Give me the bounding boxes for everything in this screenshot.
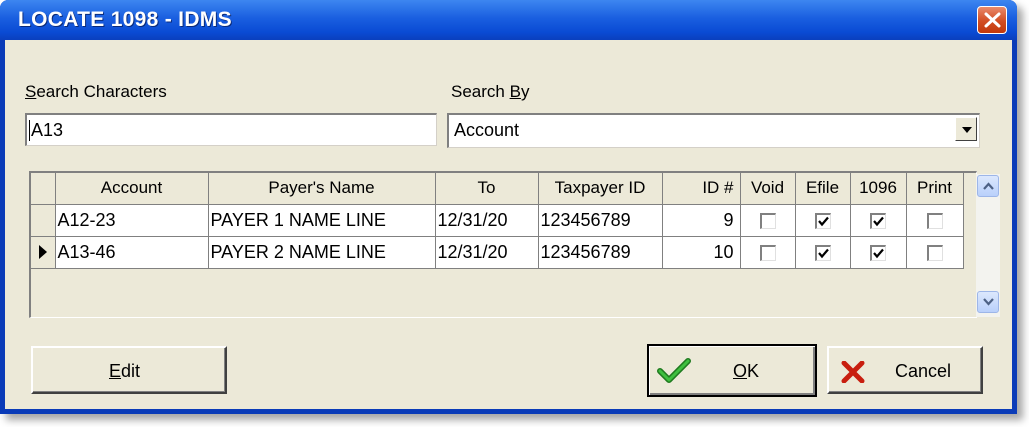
id-number-cell[interactable]: 10 [662,236,741,269]
chevron-down-icon [983,298,994,306]
chevron-down-icon [962,127,972,133]
print-checkbox-cell [906,204,964,237]
results-table: Account Payer's Name To Taxpayer ID ID #… [31,173,964,269]
search-characters-label: Search Characters [25,82,167,101]
print-checkbox[interactable] [926,212,943,229]
ok-button[interactable]: OK [647,344,817,397]
efile-checkbox-cell [795,236,851,269]
print-checkbox[interactable] [926,244,943,261]
grid-header-row: Account Payer's Name To Taxpayer ID ID #… [31,173,964,205]
void-checkbox-cell [740,236,796,269]
window-title: LOCATE 1098 - IDMS [18,8,232,31]
column-header[interactable]: Void [740,173,796,205]
close-icon [984,12,1001,28]
payer-name-cell[interactable]: PAYER 1 NAME LINE [208,204,436,237]
account-cell[interactable]: A13-46 [55,236,209,269]
payer-name-cell[interactable]: PAYER 2 NAME LINE [208,236,436,269]
form-1096-checkbox-cell [850,204,907,237]
checkmark-icon [873,216,884,226]
edit-button-label: Edit [109,361,141,381]
column-header[interactable]: Efile [795,173,851,205]
void-checkbox-cell [740,204,796,237]
scroll-down-button[interactable] [977,291,999,313]
search-by-label: Search By [451,82,530,101]
column-header[interactable]: Payer's Name [208,173,436,205]
column-header[interactable]: 1096 [850,173,907,205]
ok-button-label: OK [733,361,760,381]
edit-button[interactable]: Edit [31,346,227,394]
column-header[interactable]: To [435,173,539,205]
row-indicator-header [31,173,56,205]
cancel-button[interactable]: Cancel [827,346,983,394]
scroll-up-button[interactable] [977,175,999,197]
efile-checkbox[interactable] [814,212,831,229]
search-by-dropdown-button[interactable] [955,117,977,141]
results-grid[interactable]: Account Payer's Name To Taxpayer ID ID #… [29,171,1000,318]
search-characters-value: A13 [29,120,64,141]
to-date-cell[interactable]: 12/31/20 [435,204,539,237]
column-header[interactable]: Account [55,173,209,205]
dialog-window: LOCATE 1098 - IDMS Search Characters A13… [0,0,1017,414]
row-indicator[interactable] [31,204,56,237]
column-header[interactable]: Print [906,173,964,205]
row-indicator[interactable] [31,236,56,269]
id-number-cell[interactable]: 9 [662,204,741,237]
form-1096-checkbox[interactable] [870,244,886,261]
account-cell[interactable]: A12-23 [55,204,209,237]
search-by-select[interactable]: Account [447,113,980,148]
taxpayer-id-cell[interactable]: 123456789 [538,236,663,269]
void-checkbox[interactable] [759,212,776,229]
column-header[interactable]: Taxpayer ID [538,173,663,205]
to-date-cell[interactable]: 12/31/20 [435,236,539,269]
title-bar[interactable]: LOCATE 1098 - IDMS [0,0,1017,40]
checkmark-icon [873,248,884,258]
grid-scrollbar[interactable] [976,174,1000,317]
chevron-up-icon [983,182,994,190]
checkmark-icon [817,216,829,226]
void-checkbox[interactable] [759,244,776,261]
red-x-icon [841,361,865,383]
column-header[interactable]: ID # [662,173,741,205]
print-checkbox-cell [906,236,964,269]
table-row[interactable]: A12-23 PAYER 1 NAME LINE 12/31/20 123456789… [31,204,964,237]
form-1096-checkbox[interactable] [870,212,886,229]
efile-checkbox-cell [795,204,851,237]
cancel-button-label: Cancel [895,361,952,381]
table-row[interactable]: A13-46 PAYER 2 NAME LINE 12/31/20 123456789… [31,236,964,269]
current-row-arrow-icon [38,245,47,259]
search-by-value: Account [454,120,520,140]
efile-checkbox[interactable] [814,244,831,261]
checkmark-icon [817,248,829,258]
checkmark-icon [657,358,691,383]
search-characters-input[interactable]: A13 [25,113,437,146]
taxpayer-id-cell[interactable]: 123456789 [538,204,663,237]
form-1096-checkbox-cell [850,236,907,269]
dialog-body: Search Characters A13 Search By Account [5,40,1012,409]
close-button[interactable] [977,6,1007,34]
